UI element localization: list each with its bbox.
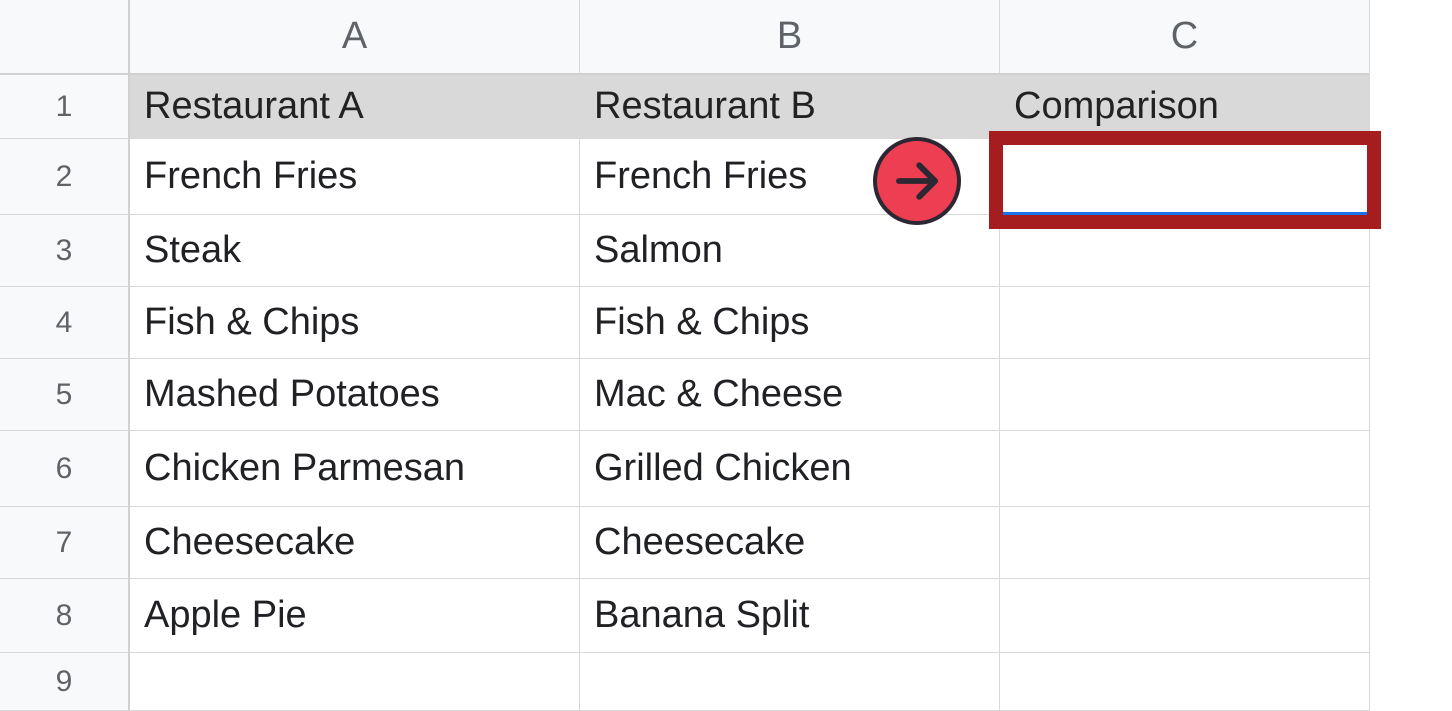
cell-a9[interactable] [130, 653, 580, 711]
row-header-3[interactable]: 3 [0, 215, 130, 287]
cell-b3[interactable]: Salmon [580, 215, 1000, 287]
cell-c9[interactable] [1000, 653, 1370, 711]
cell-b7[interactable]: Cheesecake [580, 507, 1000, 579]
cell-a8[interactable]: Apple Pie [130, 579, 580, 653]
cell-b1[interactable]: Restaurant B [580, 75, 1000, 139]
cell-a4[interactable]: Fish & Chips [130, 287, 580, 359]
cell-c8[interactable] [1000, 579, 1370, 653]
cell-a5[interactable]: Mashed Potatoes [130, 359, 580, 431]
cell-a3[interactable]: Steak [130, 215, 580, 287]
cell-b8[interactable]: Banana Split [580, 579, 1000, 653]
row-header-7[interactable]: 7 [0, 507, 130, 579]
row-header-6[interactable]: 6 [0, 431, 130, 507]
row-header-4[interactable]: 4 [0, 287, 130, 359]
column-headers: A B C [130, 0, 1370, 75]
row-header-9[interactable]: 9 [0, 653, 130, 711]
cell-b4[interactable]: Fish & Chips [580, 287, 1000, 359]
cell-a1[interactable]: Restaurant A [130, 75, 580, 139]
cell-b9[interactable] [580, 653, 1000, 711]
cell-c1[interactable]: Comparison [1000, 75, 1370, 139]
cell-a7[interactable]: Cheesecake [130, 507, 580, 579]
spreadsheet-grid[interactable]: A B C 1 2 3 4 5 6 7 8 9 Restaurant A Res… [0, 0, 1452, 711]
row-header-2[interactable]: 2 [0, 139, 130, 215]
cell-c4[interactable] [1000, 287, 1370, 359]
cell-b6[interactable]: Grilled Chicken [580, 431, 1000, 507]
column-header-b[interactable]: B [580, 0, 1000, 75]
cell-a2[interactable]: French Fries [130, 139, 580, 215]
cell-b5[interactable]: Mac & Cheese [580, 359, 1000, 431]
row-headers: 1 2 3 4 5 6 7 8 9 [0, 75, 130, 711]
cell-c2[interactable] [1000, 139, 1370, 215]
cell-c5[interactable] [1000, 359, 1370, 431]
cell-area: Restaurant A Restaurant B Comparison Fre… [130, 75, 1370, 711]
cell-a6[interactable]: Chicken Parmesan [130, 431, 580, 507]
select-all-corner[interactable] [0, 0, 130, 75]
grid-whitespace [1370, 0, 1452, 711]
cell-c3[interactable] [1000, 215, 1370, 287]
arrow-right-icon [873, 137, 961, 225]
cell-c7[interactable] [1000, 507, 1370, 579]
column-header-a[interactable]: A [130, 0, 580, 75]
cell-c6[interactable] [1000, 431, 1370, 507]
row-header-1[interactable]: 1 [0, 75, 130, 139]
column-header-c[interactable]: C [1000, 0, 1370, 75]
row-header-5[interactable]: 5 [0, 359, 130, 431]
arrow-right-annotation [873, 137, 961, 225]
row-header-8[interactable]: 8 [0, 579, 130, 653]
